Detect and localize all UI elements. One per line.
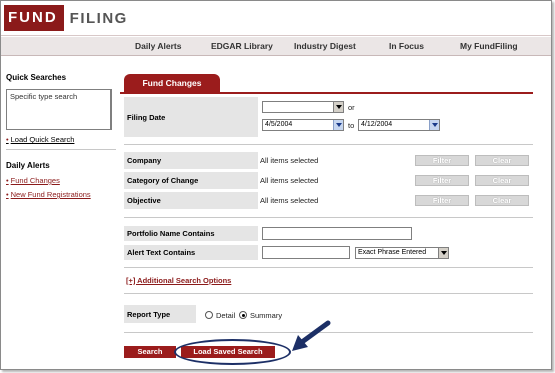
logo-fund: FUND	[4, 5, 64, 31]
alert-text-label: Alert Text Contains	[124, 245, 258, 260]
quick-search-item[interactable]: Specific type search	[10, 92, 77, 101]
objective-value: All items selected	[260, 196, 319, 205]
header: FUND FILING	[1, 1, 551, 36]
phrase-type-select[interactable]: Exact Phrase Entered	[355, 247, 449, 259]
alert-text-input[interactable]	[262, 246, 350, 259]
tab-underline	[120, 92, 533, 94]
report-summary-radio[interactable]	[239, 311, 247, 319]
app-frame: FUND FILING Daily Alerts EDGAR Library I…	[0, 0, 552, 370]
report-detail-radio[interactable]	[205, 311, 213, 319]
category-clear-button[interactable]: Clear	[475, 175, 529, 186]
divider	[124, 267, 533, 268]
objective-clear-button[interactable]: Clear	[475, 195, 529, 206]
logo-filing: FILING	[69, 9, 128, 27]
objective-label: Objective	[124, 192, 258, 209]
divider	[124, 293, 533, 294]
chevron-down-icon	[438, 248, 448, 258]
category-label: Category of Change	[124, 172, 258, 189]
chevron-down-icon	[333, 120, 343, 130]
nav-industry-digest[interactable]: Industry Digest	[294, 41, 356, 51]
report-detail-label: Detail	[216, 311, 236, 320]
nav-edgar-library[interactable]: EDGAR Library	[211, 41, 273, 51]
load-quick-search-link[interactable]: • Load Quick Search	[6, 135, 74, 144]
logo: FUND FILING	[4, 5, 128, 31]
bullet-icon: •	[6, 135, 9, 144]
tab-fund-changes[interactable]: Fund Changes	[124, 74, 220, 92]
category-value: All items selected	[260, 176, 319, 185]
nav-my-fundfiling[interactable]: My FundFiling	[460, 41, 518, 51]
report-type-label: Report Type	[124, 305, 196, 323]
filing-date-preset-select[interactable]	[262, 101, 344, 113]
divider	[124, 144, 533, 145]
chevron-down-icon	[429, 120, 439, 130]
chevron-down-icon	[333, 102, 343, 112]
top-nav: Daily Alerts EDGAR Library Industry Dige…	[1, 37, 551, 56]
objective-filter-button[interactable]: Filter	[415, 195, 469, 206]
company-clear-button[interactable]: Clear	[475, 155, 529, 166]
divider	[6, 149, 116, 150]
arrow-pointer-icon	[292, 320, 331, 351]
sidebar: Quick Searches Specific type search • Loa…	[1, 73, 118, 369]
search-button[interactable]: Search	[124, 346, 176, 358]
report-summary-label: Summary	[250, 311, 283, 320]
sidebar-link-new-fund-registrations[interactable]: • New Fund Registrations	[6, 190, 91, 199]
highlight-oval	[174, 339, 291, 365]
additional-search-options-link[interactable]: [+] Additional Search Options	[126, 276, 231, 285]
nav-in-focus[interactable]: In Focus	[389, 41, 424, 51]
filing-date-label: Filing Date	[124, 97, 258, 137]
quick-search-list[interactable]: Specific type search	[6, 89, 112, 130]
category-filter-button[interactable]: Filter	[415, 175, 469, 186]
company-label: Company	[124, 152, 258, 169]
company-value: All items selected	[260, 156, 319, 165]
to-label: to	[348, 121, 355, 130]
from-date-select[interactable]: 4/5/2004	[262, 119, 344, 131]
portfolio-name-input[interactable]	[262, 227, 412, 240]
bullet-icon: •	[6, 176, 9, 185]
portfolio-label: Portfolio Name Contains	[124, 226, 258, 241]
sidebar-link-fund-changes[interactable]: • Fund Changes	[6, 176, 60, 185]
nav-daily-alerts[interactable]: Daily Alerts	[135, 41, 181, 51]
company-filter-button[interactable]: Filter	[415, 155, 469, 166]
daily-alerts-title: Daily Alerts	[6, 161, 50, 170]
divider	[124, 217, 533, 218]
quick-searches-title: Quick Searches	[6, 73, 67, 82]
bullet-icon: •	[6, 190, 9, 199]
to-date-select[interactable]: 4/12/2004	[358, 119, 440, 131]
or-label: or	[348, 103, 355, 112]
